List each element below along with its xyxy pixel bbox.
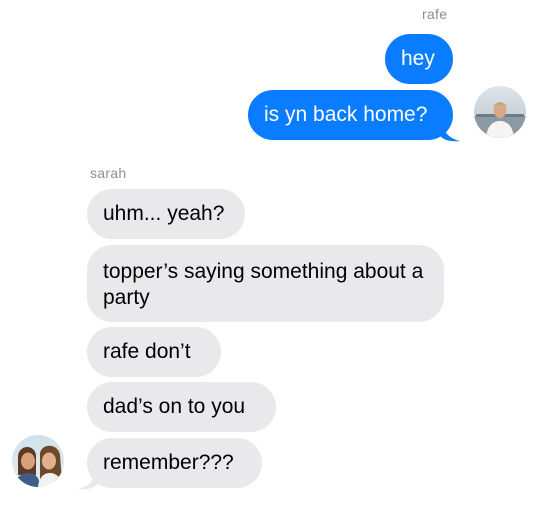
message-bubble-incoming[interactable]: dad’s on to you	[87, 382, 276, 432]
avatar-sarah[interactable]	[12, 435, 64, 487]
message-bubble-incoming[interactable]: rafe don’t	[87, 327, 221, 377]
message-bubble-incoming[interactable]: topper’s saying something about a party	[87, 245, 444, 322]
sender-name-rafe: rafe	[422, 6, 448, 22]
bubble-tail-incoming	[78, 470, 98, 490]
avatar-rafe[interactable]	[474, 86, 526, 138]
message-bubble-incoming[interactable]: uhm... yeah?	[87, 189, 245, 239]
avatar-photo-man-icon	[474, 86, 526, 138]
sender-name-sarah: sarah	[90, 165, 127, 181]
avatar-photo-couple-icon	[12, 435, 64, 487]
message-bubble-outgoing[interactable]: hey	[385, 34, 453, 84]
message-bubble-outgoing[interactable]: is yn back home?	[248, 90, 453, 140]
bubble-tail-outgoing	[440, 122, 460, 142]
message-bubble-incoming[interactable]: remember???	[87, 438, 262, 488]
